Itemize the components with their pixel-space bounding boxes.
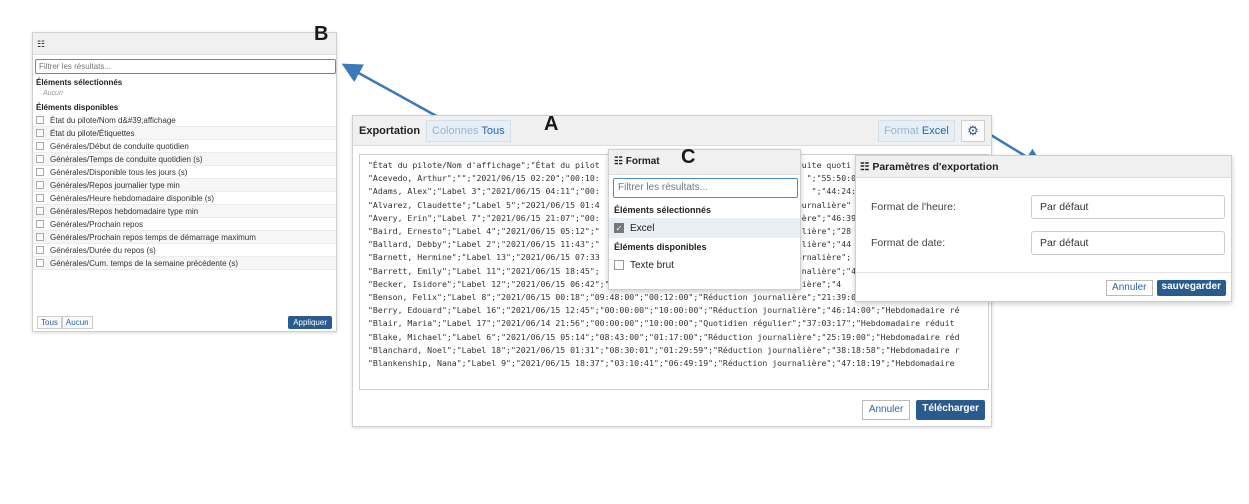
checked-checkbox-icon[interactable]: ✓: [614, 223, 624, 233]
format-dropdown-header: ☷ Format: [609, 150, 800, 175]
list-icon: ☷: [614, 156, 623, 167]
list-item[interactable]: Générales/Heure hebdomadaire disponible …: [33, 192, 336, 205]
preview-line: "Blake, Michael";"Label 6";"2021/06/15 0…: [368, 331, 960, 342]
preview-line: "Berry, Edouard";"Label 16";"2021/06/15 …: [368, 305, 960, 316]
list-icon: ☷: [860, 161, 870, 173]
format-dropdown-title: Format: [625, 156, 660, 167]
columns-value: Tous: [481, 125, 505, 137]
list-item[interactable]: Générales/Repos hebdomadaire type min: [33, 205, 336, 218]
format-value: Excel: [921, 125, 949, 137]
checkbox[interactable]: [36, 116, 44, 124]
available-column-list: État du pilote/Nom d&#39;affichage État …: [33, 114, 336, 270]
download-button[interactable]: Télécharger: [916, 400, 985, 420]
save-button[interactable]: sauvegarder: [1156, 280, 1226, 296]
format-option-excel[interactable]: ✓ Excel: [609, 218, 800, 238]
settings-title: Paramètres d'exportation: [872, 161, 999, 173]
format-label: Format: [884, 125, 919, 137]
checkbox[interactable]: [36, 181, 44, 189]
list-item[interactable]: Générales/Prochain repos: [33, 218, 336, 231]
settings-actions: Annuler sauvegarder: [1106, 280, 1226, 296]
list-item[interactable]: Générales/Cum. temps de la semaine précé…: [33, 257, 336, 270]
preview-line: "Blanchard, Noel";"Label 18";"2021/06/15…: [368, 344, 960, 355]
select-all-button[interactable]: Tous: [37, 315, 62, 329]
format-filter-input[interactable]: Filtrer les résultats...: [613, 178, 798, 198]
list-icon: ☷: [37, 39, 46, 49]
list-item[interactable]: Générales/Durée du repos (s): [33, 244, 336, 257]
checkbox[interactable]: [36, 220, 44, 228]
checkbox[interactable]: [36, 129, 44, 137]
settings-header: ☷ Paramètres d'exportation: [856, 156, 1231, 178]
divider: [856, 272, 1231, 273]
list-item[interactable]: État du pilote/Étiquettes: [33, 127, 336, 140]
list-item[interactable]: Générales/Repos journalier type min: [33, 179, 336, 192]
checkbox[interactable]: [36, 194, 44, 202]
list-item[interactable]: Générales/Disponible tous les jours (s): [33, 166, 336, 179]
time-format-select[interactable]: Par défaut: [1031, 195, 1225, 219]
checkbox[interactable]: [36, 155, 44, 163]
format-available-header: Éléments disponibles: [614, 242, 707, 252]
format-option-label: Texte brut: [630, 259, 674, 271]
callout-label-b: B: [314, 23, 329, 45]
preview-line: "Blankenship, Nana";"Label 9";"2021/06/1…: [368, 358, 955, 369]
columns-button[interactable]: Colonnes Tous: [426, 120, 511, 142]
checkbox[interactable]: [614, 260, 624, 270]
date-format-label: Format de date:: [871, 237, 946, 249]
column-selector-header: ☷: [33, 33, 336, 55]
cancel-button[interactable]: Annuler: [861, 400, 911, 420]
checkbox[interactable]: [36, 207, 44, 215]
checkbox[interactable]: [36, 142, 44, 150]
checkbox[interactable]: [36, 168, 44, 176]
column-filter-input[interactable]: Filtrer les résultats...: [35, 59, 336, 74]
export-actions: Annuler Télécharger: [861, 400, 985, 420]
columns-label: Colonnes: [432, 125, 479, 137]
gear-icon[interactable]: ⚙: [961, 120, 985, 142]
format-option-label: Excel: [630, 222, 655, 234]
export-settings-panel: ☷ Paramètres d'exportation Format de l'h…: [855, 155, 1232, 302]
list-item[interactable]: Générales/Prochain repos temps de démarr…: [33, 231, 336, 244]
export-title: Exportation: [359, 125, 421, 137]
format-selected-header: Éléments sélectionnés: [614, 205, 712, 215]
arrow-a-to-b: [341, 63, 441, 120]
callout-label-a: A: [544, 113, 559, 135]
available-section-header: Éléments disponibles: [36, 103, 119, 112]
checkbox[interactable]: [36, 233, 44, 241]
checkbox[interactable]: [36, 259, 44, 267]
format-button[interactable]: Format Excel: [878, 120, 955, 142]
preview-line: "Blair, Maria";"Label 17";"2021/06/14 21…: [368, 318, 955, 329]
column-selector-footer: Tous Aucun Appliquer: [33, 313, 336, 331]
selected-empty-text: Aucun: [43, 90, 63, 97]
export-toolbar: Exportation Colonnes Tous Format Excel ⚙: [353, 116, 991, 146]
time-format-label: Format de l'heure:: [871, 201, 956, 213]
callout-label-c: C: [681, 146, 696, 168]
selected-section-header: Éléments sélectionnés: [36, 78, 123, 87]
column-selector-panel: ☷ Filtrer les résultats... Éléments séle…: [32, 32, 337, 332]
date-format-select[interactable]: Par défaut: [1031, 231, 1225, 255]
format-dropdown: ☷ Format Filtrer les résultats... Élémen…: [608, 149, 801, 290]
apply-button[interactable]: Appliquer: [288, 315, 332, 329]
checkbox[interactable]: [36, 246, 44, 254]
list-item[interactable]: Générales/Temps de conduite quotidien (s…: [33, 153, 336, 166]
settings-cancel-button[interactable]: Annuler: [1106, 280, 1153, 296]
select-none-button[interactable]: Aucun: [61, 315, 93, 329]
format-option-text[interactable]: Texte brut: [609, 255, 800, 275]
list-item[interactable]: Générales/Début de conduite quotidien: [33, 140, 336, 153]
list-item[interactable]: État du pilote/Nom d&#39;affichage: [33, 114, 336, 127]
